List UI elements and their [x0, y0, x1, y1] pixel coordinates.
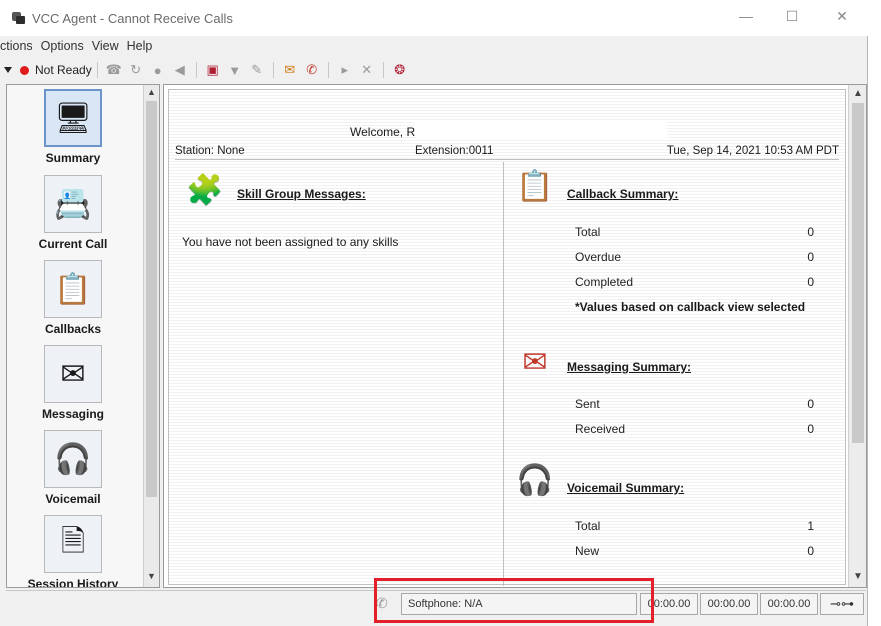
- sidebar-item-label: Session History: [27, 577, 119, 588]
- phone-call-icon: 📇: [44, 175, 102, 233]
- callback-total-value: 0: [807, 225, 814, 239]
- puzzle-icon: 🧩: [186, 174, 224, 207]
- messaging-sent-label: Sent: [575, 397, 600, 411]
- callback-clipboard-icon: 📋: [44, 260, 102, 318]
- messaging-received-label: Received: [575, 422, 626, 436]
- highlight-annotation-box: [374, 578, 654, 623]
- sidebar-scrollbar[interactable]: ▲ ▼: [143, 85, 159, 587]
- envelope-icon: ✉: [44, 345, 102, 403]
- shirt-icon[interactable]: ▼: [226, 61, 244, 79]
- maximize-button[interactable]: ☐: [769, 8, 815, 25]
- chat-icon[interactable]: ✆: [303, 61, 321, 79]
- main-scroll-thumb[interactable]: [852, 103, 864, 443]
- info-bar: Station: None Extension:0011 Tue, Sep 14…: [175, 145, 839, 160]
- callback-summary-title: Callback Summary:: [567, 187, 679, 201]
- column-divider: [503, 162, 504, 586]
- voicemail-total-value: 1: [807, 519, 814, 533]
- headset-icon: 🎧: [44, 430, 102, 488]
- ready-icon[interactable]: ☎: [105, 61, 123, 79]
- timer-2: 00:00.00: [700, 593, 758, 615]
- connection-plug-icon: ⊸⊶: [820, 593, 864, 615]
- refresh-icon[interactable]: ↻: [127, 61, 145, 79]
- summary-panel: Welcome, Re Station: None Extension:0011…: [163, 84, 867, 588]
- toolbar: Not Ready ☎ ↻ ● ◀ ▣ ▼ ✎ ✉ ✆ ▸ ✕ ❂: [0, 58, 868, 82]
- lifebuoy-icon[interactable]: ❂: [391, 61, 409, 79]
- record-icon[interactable]: ●: [149, 61, 167, 79]
- mute-icon[interactable]: ◀: [171, 61, 189, 79]
- pen-icon[interactable]: ✎: [248, 61, 266, 79]
- voicemail-new-label: New: [575, 544, 600, 558]
- sidebar-item-callbacks[interactable]: 📋 Callbacks: [7, 260, 139, 336]
- menu-actions[interactable]: ctions: [0, 39, 33, 53]
- callback-view-note: *Values based on callback view selected: [575, 300, 806, 314]
- callback-completed-label: Completed: [575, 275, 634, 289]
- menu-view[interactable]: View: [92, 39, 119, 53]
- sidebar-scroll-thumb[interactable]: [146, 101, 157, 497]
- close-window-button[interactable]: ✕: [819, 8, 865, 25]
- callback-overdue-value: 0: [807, 250, 814, 264]
- window-title: VCC Agent - Cannot Receive Calls: [32, 10, 233, 26]
- extension-label: Extension:0011: [415, 145, 494, 157]
- callback-completed-value: 0: [807, 275, 814, 289]
- toolbar-separator: [327, 62, 329, 78]
- menu-options[interactable]: Options: [41, 39, 84, 53]
- sidebar-item-label: Summary: [45, 151, 101, 165]
- history-icon: 🗎: [44, 515, 102, 573]
- scroll-down-icon[interactable]: ▼: [853, 571, 863, 582]
- timer-3: 00:00.00: [760, 593, 818, 615]
- sidebar-item-label: Voicemail: [45, 492, 101, 506]
- sidebar-item-label: Messaging: [41, 407, 104, 421]
- summary-content: Welcome, Re Station: None Extension:0011…: [168, 89, 846, 586]
- callback-overdue-label: Overdue: [575, 250, 622, 264]
- sidebar: 🖥 Summary 📇 Current Call 📋 Callbacks ✉ M…: [6, 84, 160, 588]
- callback-total-label: Total: [575, 225, 601, 239]
- sidebar-item-current-call[interactable]: 📇 Current Call: [7, 175, 139, 251]
- menu-bar: ctions Options View Help: [0, 36, 160, 56]
- welcome-text: Welcome, Re: [350, 125, 422, 139]
- toolbar-separator: [195, 62, 197, 78]
- not-ready-status-icon: [20, 65, 29, 75]
- skill-group-message: You have not been assigned to any skills: [182, 235, 399, 249]
- sidebar-item-voicemail[interactable]: 🎧 Voicemail: [7, 430, 139, 506]
- summary-icon: 🖥: [44, 89, 102, 147]
- skill-group-title: Skill Group Messages:: [237, 187, 366, 201]
- station-label: Station: None: [175, 145, 245, 157]
- sidebar-item-session-history[interactable]: 🗎 Session History: [7, 515, 139, 588]
- toolbar-separator: [272, 62, 274, 78]
- messaging-summary-title: Messaging Summary:: [567, 360, 692, 374]
- callback-clipboard-icon: 📋: [516, 170, 554, 203]
- envelope-icon[interactable]: ✉: [281, 61, 299, 79]
- headset-icon: 🎧: [516, 464, 554, 497]
- main-scrollbar[interactable]: ▲ ▼: [848, 85, 866, 587]
- status-dropdown-caret-icon[interactable]: [4, 67, 12, 73]
- sidebar-item-label: Current Call: [38, 237, 108, 251]
- sidebar-item-label: Callbacks: [44, 322, 102, 336]
- sidebar-item-summary[interactable]: 🖥 Summary: [7, 89, 139, 165]
- title-bar: VCC Agent - Cannot Receive Calls — ☐ ✕: [0, 0, 868, 36]
- agent-status[interactable]: Not Ready: [35, 63, 92, 77]
- toolbar-separator: [382, 62, 384, 78]
- app-icon: [10, 11, 26, 25]
- messaging-sent-value: 0: [807, 397, 814, 411]
- voicemail-summary-title: Voicemail Summary:: [567, 481, 685, 495]
- book-icon[interactable]: ▣: [204, 61, 222, 79]
- messaging-received-value: 0: [807, 422, 814, 436]
- minimize-button[interactable]: —: [723, 8, 769, 24]
- datetime-label: Tue, Sep 14, 2021 10:53 AM PDT: [666, 145, 839, 157]
- sidebar-item-messaging[interactable]: ✉ Messaging: [7, 345, 139, 421]
- vcc-agent-window: VCC Agent - Cannot Receive Calls — ☐ ✕ c…: [0, 0, 868, 626]
- scroll-down-icon[interactable]: ▼: [147, 571, 156, 581]
- scroll-up-icon[interactable]: ▲: [147, 87, 156, 97]
- redacted-name: [415, 122, 667, 140]
- envelope-icon: ✉: [522, 346, 548, 379]
- close-icon[interactable]: ✕: [358, 61, 376, 79]
- scroll-up-icon[interactable]: ▲: [853, 88, 863, 99]
- voicemail-total-label: Total: [575, 519, 601, 533]
- play-icon[interactable]: ▸: [336, 61, 354, 79]
- voicemail-new-value: 0: [807, 544, 814, 558]
- menu-help[interactable]: Help: [127, 39, 153, 53]
- toolbar-separator: [96, 62, 98, 78]
